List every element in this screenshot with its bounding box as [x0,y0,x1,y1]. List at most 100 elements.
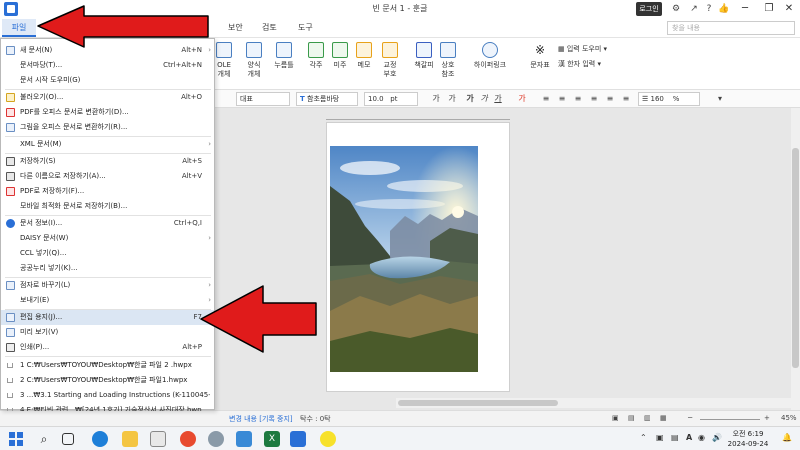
minimize-button[interactable]: ─ [734,1,756,17]
menu-save-as[interactable]: 다른 이름으로 저장하기(A)... Alt+V [1,169,214,184]
windows-start-icon[interactable] [8,431,24,447]
hyperlink-button[interactable]: 하이퍼링크 [470,42,510,88]
menu-start-helper[interactable]: 문서 시작 도우미(G) [1,73,214,88]
align-justify-icon[interactable]: ≡ [540,93,552,105]
task-view-icon[interactable] [62,433,74,445]
network-icon[interactable]: ◉ [698,433,705,442]
menu-save-mobile[interactable]: 모바일 최적화 문서로 저장하기(B)... [1,199,214,214]
proofread-mark-button[interactable]: 교정 부호 [376,42,404,88]
view-web-icon[interactable]: ▥ [644,414,651,422]
cross-reference-button[interactable]: 상호 참조 [434,42,462,88]
excel-icon[interactable]: X [264,431,280,447]
help-icon[interactable]: ? [703,3,715,15]
menu-save-pdf[interactable]: PDF로 저장하기(F)... [1,184,214,199]
input-helper-button[interactable]: ▦ 입력 도우미 ▾ [558,44,607,54]
recent-file-2[interactable]: 2 C:₩Users₩TOYOU₩Desktop₩한글 파일1.hwpx [1,373,214,388]
menu-security[interactable]: 보안 [228,22,243,33]
form-object-button[interactable]: 양식 개체 [240,42,268,88]
horizontal-scroll-thumb[interactable] [398,400,558,406]
menu-tools[interactable]: 도구 [298,22,313,33]
menu-insert-kogl[interactable]: 공공누리 넣기(K)... [1,261,214,276]
view-read-icon[interactable]: ▦ [660,414,667,422]
style-select[interactable]: 대표 [236,92,290,106]
recent-file-1[interactable]: 1 C:₩Users₩TOYOU₩Desktop₩한글 파일 2 .hwpx [1,358,214,373]
edge-browser-icon[interactable] [92,431,108,447]
zoom-in-icon[interactable]: + [764,414,770,422]
menu-insert-ccl[interactable]: CCL 넣기(Q)... [1,246,214,261]
memo-button[interactable]: 메모 [350,42,378,88]
recent-file-icon [7,408,13,411]
menu-image-to-office[interactable]: 그림을 오피스 문서로 변환하기(R)... [1,120,214,135]
font-size-input[interactable]: 10.0 pt [364,92,418,106]
recent-file-icon [7,393,13,398]
italic-icon[interactable]: 가 [478,93,490,105]
menu-print[interactable]: 인쇄(P)... Alt+P [1,340,214,355]
app-icon-1[interactable] [208,431,224,447]
tray-app-icon-2[interactable]: ▤ [671,433,679,442]
align-right-icon[interactable]: ≡ [588,93,600,105]
menu-file[interactable]: 파일 [2,19,36,37]
zoom-slider[interactable] [700,419,760,420]
notification-icon[interactable]: 🔔 [782,433,792,442]
chevron-up-icon[interactable]: ⌃ [640,433,647,442]
view-page-icon[interactable]: ▤ [628,414,635,422]
menu-templates[interactable]: 문서마당(T)... Ctrl+Alt+N [1,58,214,73]
preview-icon [6,328,15,337]
zoom-out-icon[interactable]: ─ [688,414,692,422]
kakaotalk-icon[interactable] [320,431,336,447]
menu-open[interactable]: 불러오기(O)... Alt+O [1,90,214,105]
search-input[interactable]: 찾을 내용 [667,21,795,35]
file-explorer-icon[interactable] [122,431,138,447]
underline-icon[interactable]: 가 [492,93,504,105]
search-icon[interactable]: ⌕ [36,431,52,447]
restore-button[interactable]: ❐ [758,1,780,17]
close-button[interactable]: ✕ [778,1,800,17]
menu-send[interactable]: 보내기(E) › [1,293,214,308]
store-icon[interactable] [150,431,166,447]
align-center-icon[interactable]: ≡ [572,93,584,105]
menu-separator [5,356,211,357]
view-normal-icon[interactable]: ▣ [612,414,619,422]
menu-xml-document[interactable]: XML 문서(M) › [1,137,214,152]
font-select[interactable]: T 함초롬바탕 [296,92,358,106]
hanja-input-button[interactable]: 漢 한자 입력 ▾ [558,59,601,69]
login-button[interactable]: 로그인 [636,2,662,16]
font-size-down-icon[interactable]: 가 [446,93,458,105]
font-size-up-icon[interactable]: 가 [430,93,442,105]
chrome-icon[interactable] [180,431,196,447]
recent-file-3[interactable]: 3 ...₩3.1 Starting and Loading Instructi… [1,388,214,403]
taskbar-clock[interactable]: 오전 6:19 2024-09-24 [723,429,773,449]
menu-document-info[interactable]: 문서 정보(I)... Ctrl+Q,I [1,216,214,231]
lake-mountain-photo[interactable] [330,146,478,372]
bold-icon[interactable]: 가 [464,93,476,105]
menu-page-setup[interactable]: 편집 용지(J)... F7 [1,310,214,325]
menu-save[interactable]: 저장하기(S) Alt+S [1,154,214,169]
hangul-taskbar-icon[interactable] [290,431,306,447]
line-spacing-down-icon[interactable]: ▾ [714,93,726,105]
recent-file-4[interactable]: 4 E:₩티빈 관련...₩[24년 1호기] 기술정산서 사진대장.hwp [1,403,214,411]
menu-pdf-to-office[interactable]: PDF를 오피스 문서로 변환하기(D)... [1,105,214,120]
menu-braille[interactable]: 점자로 바꾸기(L) › [1,278,214,293]
ime-indicator[interactable]: A [686,433,692,442]
save-as-icon [6,172,15,181]
line-spacing-input[interactable]: ☰ 160 % [638,92,700,106]
split-icon[interactable]: ≡ [620,93,632,105]
menu-review[interactable]: 검토 [262,22,277,33]
menu-preview[interactable]: 미리 보기(V) [1,325,214,340]
align-left-icon[interactable]: ≡ [556,93,568,105]
app-icon-2[interactable] [236,431,252,447]
settings-icon[interactable]: ⚙ [670,3,682,15]
distribute-icon[interactable]: ≡ [604,93,616,105]
zoom-level[interactable]: 45% [781,414,797,422]
vertical-scroll-thumb[interactable] [792,148,799,368]
menu-daisy-document[interactable]: DAISY 문서(W) › [1,231,214,246]
like-icon[interactable]: 👍 [718,3,730,15]
share-icon[interactable]: ↗ [688,3,700,15]
tray-app-icon[interactable]: ▣ [656,433,664,442]
track-changes-status[interactable]: 변경 내용 [기록 중지] [229,414,293,424]
font-color-icon[interactable]: 가 [516,93,528,105]
red-arrow-to-page-setup [200,285,317,353]
field-button[interactable]: 누름틀 [270,42,298,88]
symbol-button[interactable]: ※ 문자표 [526,42,554,88]
volume-icon[interactable]: 🔊 [712,433,722,442]
